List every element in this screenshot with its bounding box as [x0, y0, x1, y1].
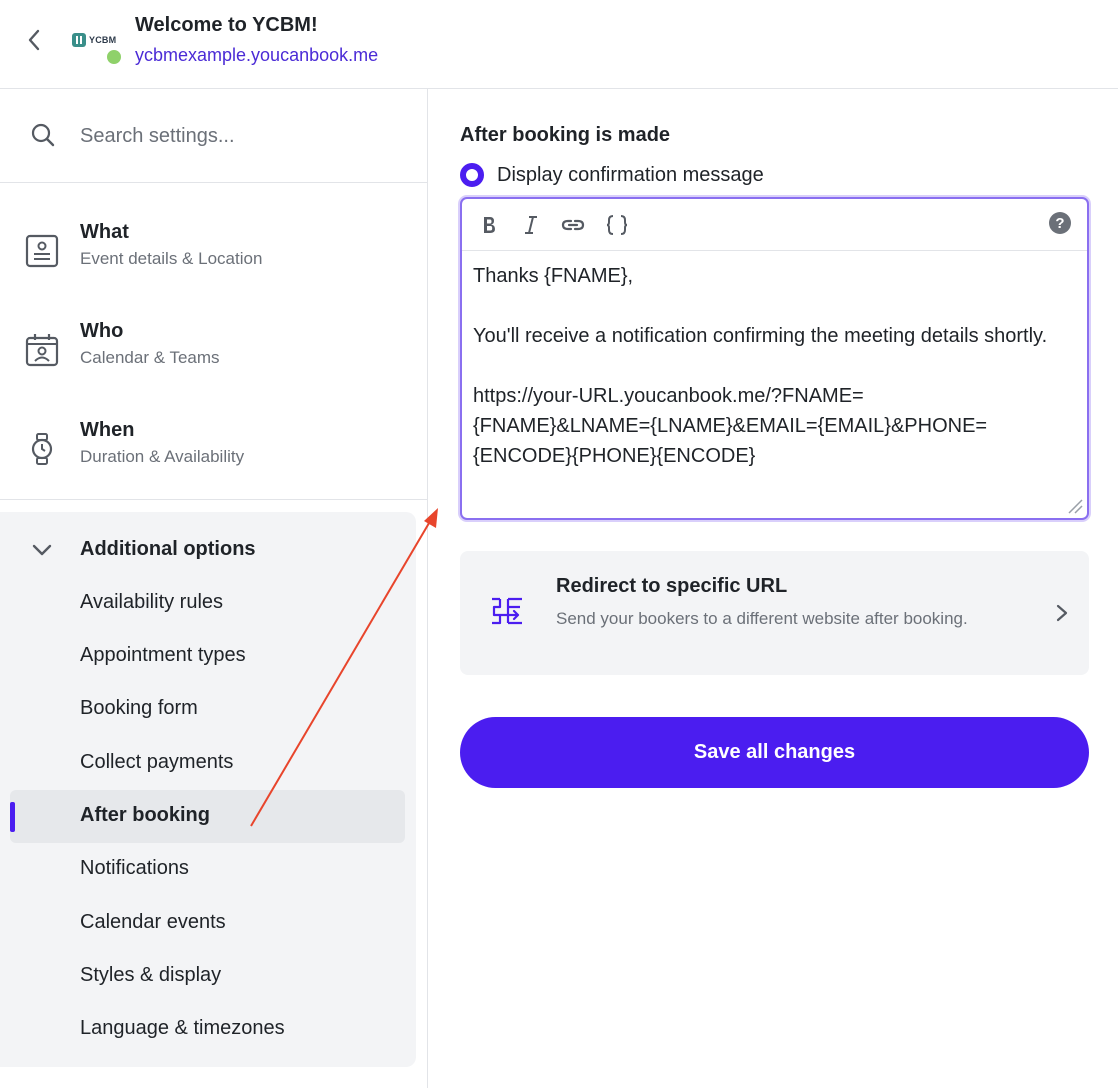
sidebar-item-after-booking[interactable]: After booking — [10, 790, 405, 843]
radio-label: Display confirmation message — [497, 163, 764, 186]
sidebar-divider — [0, 499, 427, 500]
sidebar-item-booking-form[interactable]: Booking form — [10, 683, 405, 736]
search-icon — [31, 123, 55, 147]
search-row — [0, 89, 427, 183]
help-icon[interactable]: ? — [1049, 212, 1071, 234]
chevron-left-icon — [28, 29, 40, 51]
redirect-title: Redirect to specific URL — [556, 575, 788, 597]
redirect-url-option[interactable]: Redirect to specific URL Send your booke… — [460, 551, 1089, 675]
calendar-person-icon — [25, 334, 59, 367]
sidebar-item-notifications[interactable]: Notifications — [10, 843, 405, 896]
sidebar-item-label: Appointment types — [80, 644, 246, 666]
logo-text: YCBM — [89, 35, 117, 45]
settings-sidebar: What Event details & Location Who Calend… — [0, 89, 428, 1088]
additional-options-toggle[interactable]: Additional options — [0, 524, 416, 574]
sidebar-item-label: Styles & display — [80, 964, 222, 986]
page-title: Welcome to YCBM! — [135, 14, 318, 36]
sidebar-item-appointment-types[interactable]: Appointment types — [10, 630, 405, 683]
sidebar-item-calendar-events[interactable]: Calendar events — [10, 897, 405, 950]
sidebar-item-availability-rules[interactable]: Availability rules — [10, 577, 405, 630]
after-booking-panel: After booking is made Display confirmati… — [429, 89, 1118, 1088]
bold-icon — [484, 217, 495, 233]
chevron-right-icon — [1056, 604, 1068, 622]
chevron-down-icon — [32, 544, 52, 556]
id-card-icon — [25, 234, 59, 268]
status-dot — [105, 48, 123, 66]
additional-options-title: Additional options — [80, 538, 256, 560]
sidebar-item-language-timezones[interactable]: Language & timezones — [10, 1003, 405, 1056]
sidebar-item-title: What — [80, 221, 129, 243]
save-all-changes-button[interactable]: Save all changes — [460, 717, 1089, 788]
sidebar-item-subtitle: Event details & Location — [80, 249, 263, 268]
confirmation-message-editor[interactable]: ? Thanks {FNAME}, You'll receive a notif… — [460, 197, 1089, 520]
redirect-description: Send your bookers to a different website… — [556, 609, 968, 628]
italic-button[interactable] — [515, 209, 547, 241]
sidebar-item-label: Calendar events — [80, 911, 226, 933]
sidebar-item-subtitle: Duration & Availability — [80, 447, 245, 466]
sidebar-item-label: Booking form — [80, 697, 198, 719]
variables-button[interactable] — [601, 209, 633, 241]
sidebar-item-label: Notifications — [80, 857, 189, 879]
editor-content[interactable]: Thanks {FNAME}, You'll receive a notific… — [473, 261, 1073, 511]
bold-button[interactable] — [473, 209, 505, 241]
sidebar-item-title: When — [80, 419, 135, 441]
sidebar-item-label: Availability rules — [80, 591, 224, 613]
back-button[interactable] — [18, 24, 50, 56]
app-header: YCBM Welcome to YCBM! ycbmexample.youcan… — [0, 0, 1118, 89]
editor-toolbar: ? — [462, 199, 1087, 251]
redirect-icon — [492, 597, 522, 625]
sidebar-item-collect-payments[interactable]: Collect payments — [10, 737, 405, 790]
resize-handle-icon[interactable] — [1065, 496, 1083, 514]
sidebar-item-label: Collect payments — [80, 751, 234, 773]
link-button[interactable] — [557, 209, 589, 241]
booking-page-link[interactable]: ycbmexample.youcanbook.me — [135, 45, 378, 66]
sidebar-item-styles-display[interactable]: Styles & display — [10, 950, 405, 1003]
search-input[interactable] — [80, 117, 400, 155]
watch-icon — [31, 433, 53, 465]
sidebar-item-who[interactable]: Who Calendar & Teams — [0, 310, 427, 408]
sidebar-item-label: After booking — [80, 804, 210, 826]
link-icon — [561, 219, 585, 231]
sidebar-item-when[interactable]: When Duration & Availability — [0, 409, 427, 507]
italic-icon — [525, 216, 537, 234]
additional-options-panel: Additional options Availability rules Ap… — [0, 512, 416, 1067]
confirmation-message-option[interactable]: Display confirmation message — [460, 161, 764, 189]
sidebar-item-subtitle: Calendar & Teams — [80, 348, 220, 367]
braces-icon — [606, 215, 628, 235]
sidebar-item-title: Who — [80, 320, 124, 342]
sidebar-item-what[interactable]: What Event details & Location — [0, 211, 427, 309]
sidebar-item-label: Language & timezones — [80, 1017, 285, 1039]
ycbm-logo: YCBM — [72, 30, 124, 50]
logo-mark-icon — [72, 33, 86, 47]
section-title: After booking is made — [460, 124, 671, 146]
radio-selected-icon[interactable] — [460, 163, 484, 187]
